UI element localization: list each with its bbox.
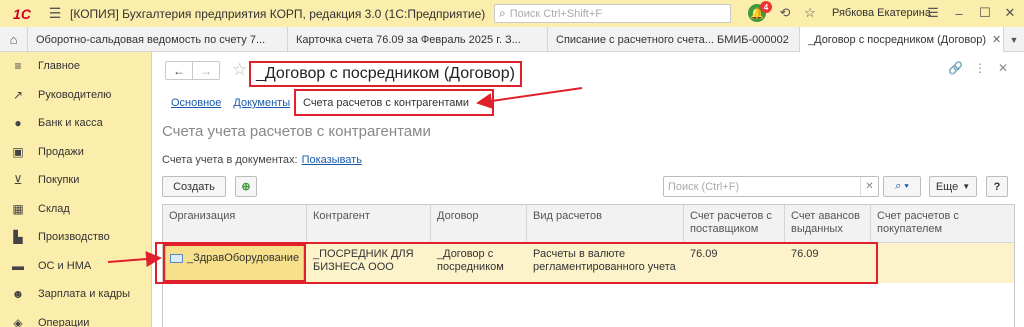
- arrow-to-subnav: [476, 87, 583, 109]
- arrow-to-row: [107, 251, 162, 268]
- annotation-arrows: [107, 87, 583, 268]
